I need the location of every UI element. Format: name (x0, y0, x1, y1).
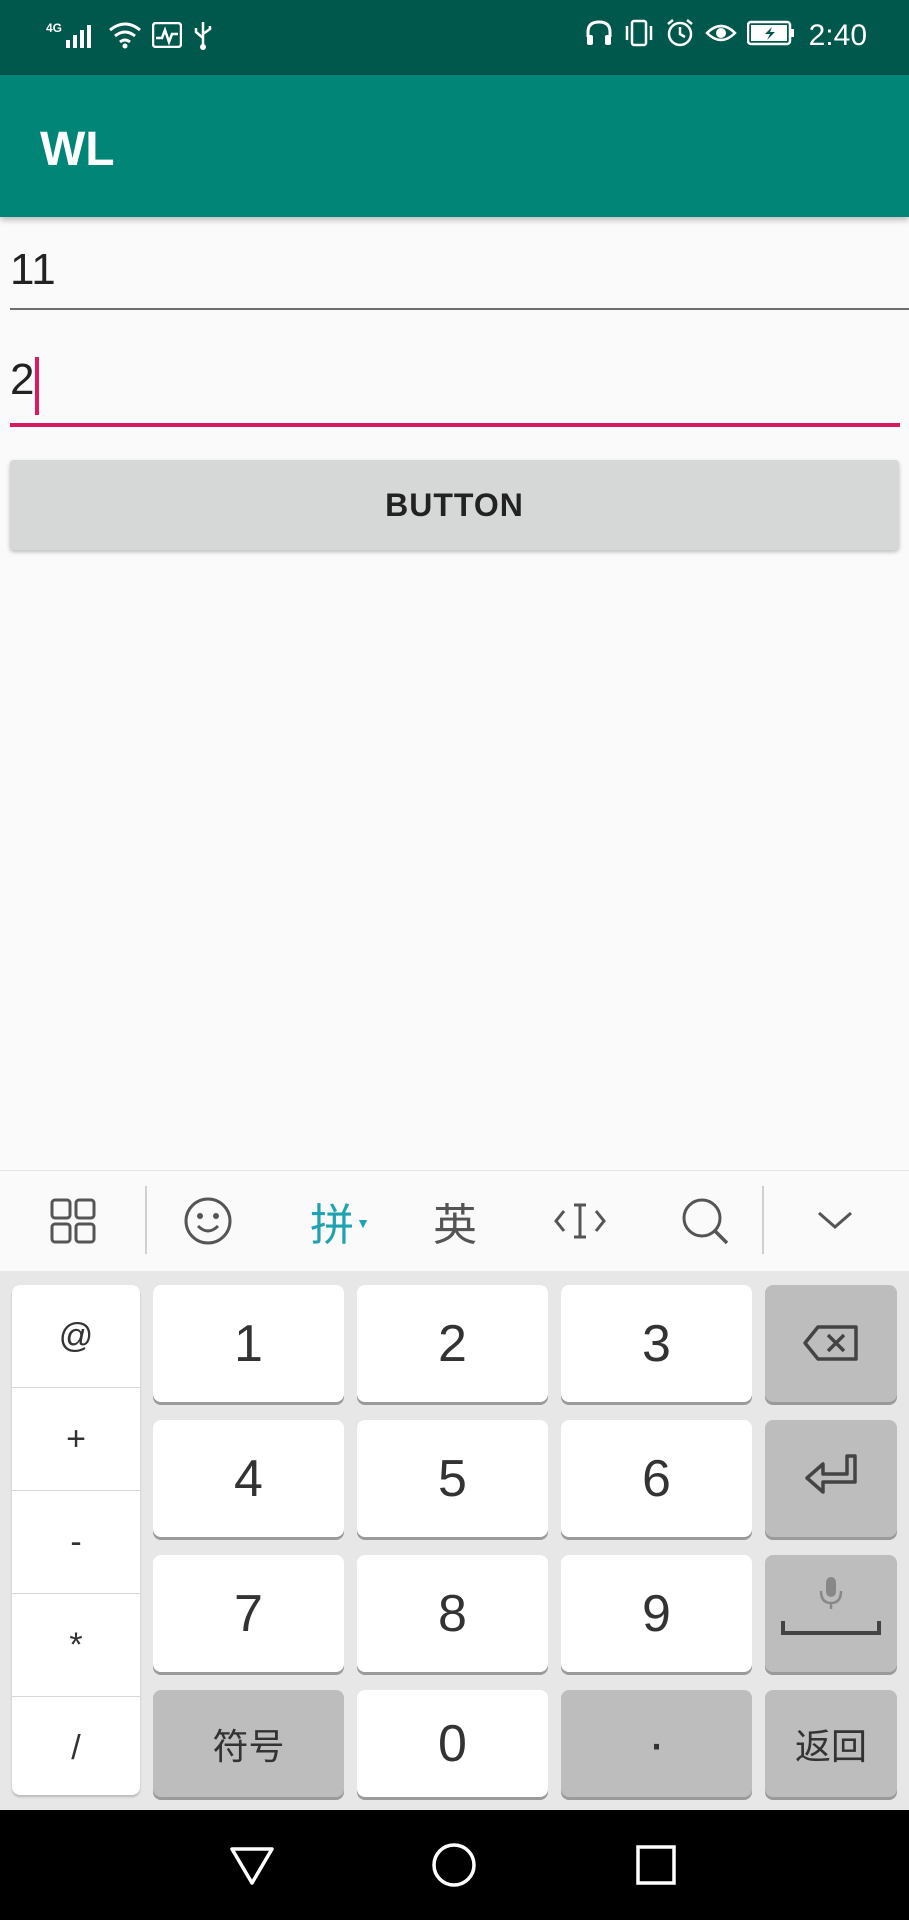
key-4[interactable]: 4 (153, 1420, 344, 1537)
first-number-input[interactable]: 11 (10, 245, 909, 315)
navigation-bar (0, 1810, 909, 1920)
key-2[interactable]: 2 (357, 1285, 548, 1402)
key-0[interactable]: 0 (357, 1690, 548, 1797)
symbols-key[interactable]: 符号 (153, 1690, 344, 1797)
key-3[interactable]: 3 (561, 1285, 752, 1402)
key-dot[interactable]: · (561, 1690, 752, 1797)
usb-icon (192, 20, 214, 55)
input-underline-focused (10, 423, 900, 427)
return-key[interactable]: 返回 (765, 1690, 897, 1797)
battery-charging-icon (746, 20, 795, 51)
back-icon[interactable] (222, 1835, 282, 1895)
grid-icon[interactable] (30, 1171, 115, 1271)
key-asterisk[interactable]: * (12, 1594, 140, 1697)
text-cursor (35, 357, 39, 415)
key-plus[interactable]: + (12, 1388, 140, 1491)
backspace-icon (802, 1314, 860, 1374)
toolbar-divider (145, 1186, 147, 1254)
home-icon[interactable] (424, 1835, 484, 1895)
voice-input-key[interactable] (765, 1555, 897, 1672)
key-7[interactable]: 7 (153, 1555, 344, 1672)
symbol-column: @ + - * / (12, 1285, 140, 1795)
key-6[interactable]: 6 (561, 1420, 752, 1537)
key-8[interactable]: 8 (357, 1555, 548, 1672)
english-label: 英 (433, 1200, 477, 1251)
app-bar: WL (0, 75, 909, 217)
first-number-value: 11 (10, 245, 56, 294)
toolbar-divider (762, 1186, 764, 1254)
emoji-icon[interactable] (165, 1171, 250, 1271)
key-slash[interactable]: / (12, 1697, 140, 1799)
submit-button[interactable]: BUTTON (10, 460, 899, 550)
pinyin-mode-button[interactable]: 拼 ▼ (290, 1171, 390, 1271)
search-icon[interactable] (660, 1171, 750, 1271)
input-underline (10, 308, 909, 310)
english-mode-button[interactable]: 英 (410, 1171, 500, 1271)
key-9[interactable]: 9 (561, 1555, 752, 1672)
key-5[interactable]: 5 (357, 1420, 548, 1537)
wifi-icon (108, 21, 142, 54)
key-at[interactable]: @ (12, 1285, 140, 1388)
headphones-icon (585, 19, 613, 52)
second-number-value: 2 (10, 355, 35, 404)
pinyin-label: 拼 (310, 1200, 355, 1251)
backspace-key[interactable] (765, 1285, 897, 1402)
dropdown-caret-icon: ▼ (356, 1215, 370, 1231)
numeric-keyboard: @ + - * / 1 2 3 4 5 6 7 8 9 符号 0 · 返回 (0, 1271, 909, 1810)
keyboard-toolbar: 拼 ▼ 英 (0, 1170, 909, 1271)
microphone-space-icon (779, 1575, 883, 1652)
key-1[interactable]: 1 (153, 1285, 344, 1402)
enter-icon (803, 1449, 859, 1509)
recents-icon[interactable] (626, 1835, 686, 1895)
app-title: WL (40, 123, 115, 176)
clock: 2:40 (808, 18, 867, 52)
second-number-input[interactable]: 2 (10, 355, 909, 430)
network-type-label: 4G (46, 20, 63, 35)
collapse-keyboard-icon[interactable] (790, 1171, 880, 1271)
status-bar: 4G 2:40 (0, 0, 909, 75)
cursor-move-icon[interactable] (535, 1171, 625, 1271)
vibrate-icon (623, 19, 655, 52)
key-minus[interactable]: - (12, 1491, 140, 1594)
signal-icon (66, 22, 98, 53)
alarm-icon (665, 18, 695, 53)
enter-key[interactable] (765, 1420, 897, 1537)
eye-icon (704, 21, 737, 50)
activity-icon (151, 21, 183, 53)
